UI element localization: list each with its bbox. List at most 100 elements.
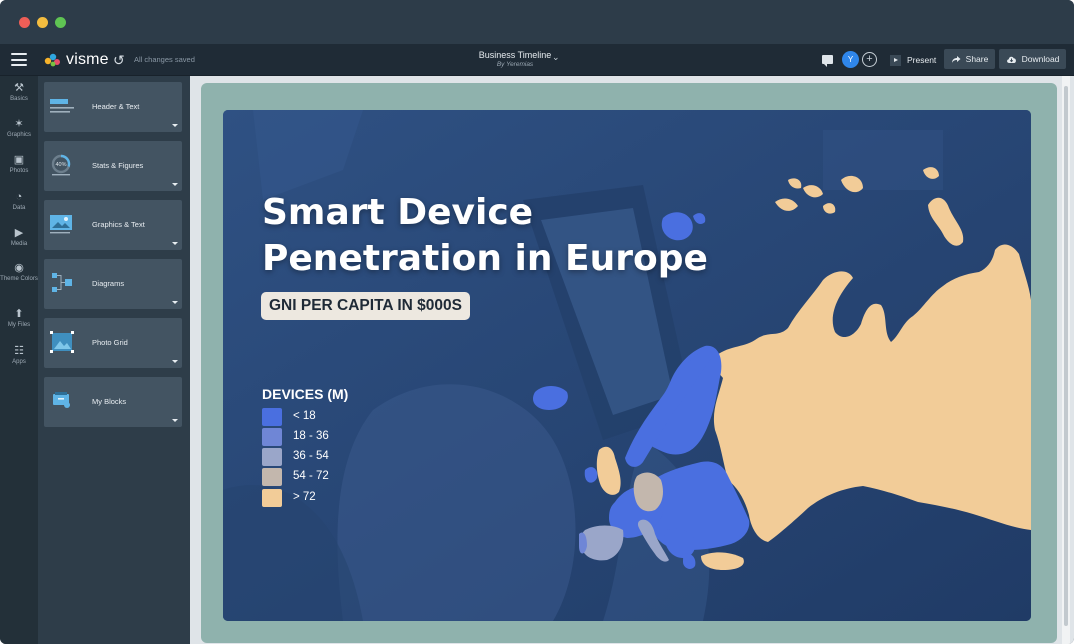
- stats-thumb: 40%: [51, 154, 71, 176]
- visme-logo-icon: [44, 53, 60, 67]
- save-status: All changes saved: [134, 55, 195, 64]
- media-icon: ▶: [14, 227, 24, 239]
- rail-item-theme-colors[interactable]: ◉ Theme Colors: [0, 263, 38, 283]
- slide-title[interactable]: Smart Device Penetration in Europe: [262, 190, 782, 282]
- hamburger-icon[interactable]: [11, 53, 27, 66]
- block-card-diagrams[interactable]: Diagrams: [44, 259, 182, 309]
- header-text-thumb: [50, 99, 74, 113]
- chevron-down-icon[interactable]: [172, 360, 178, 363]
- present-button[interactable]: Present: [885, 50, 941, 70]
- my-blocks-thumb: [53, 392, 70, 408]
- map-region-russia-islands: [841, 167, 939, 193]
- block-card-header-text[interactable]: Header & Text: [44, 82, 182, 132]
- photo-grid-thumb: [50, 331, 74, 353]
- avatar[interactable]: Y: [842, 51, 859, 68]
- chevron-down-icon[interactable]: ⌄: [552, 52, 560, 63]
- download-button[interactable]: Download: [999, 49, 1066, 69]
- chevron-down-icon[interactable]: [172, 124, 178, 127]
- chevron-down-icon[interactable]: [172, 419, 178, 422]
- map-region-iceland: [532, 386, 568, 410]
- rail-item-data[interactable]: ◔ Data: [0, 192, 38, 212]
- legend-label: 54 - 72: [293, 470, 329, 482]
- comment-icon[interactable]: [822, 55, 833, 67]
- block-card-my-blocks[interactable]: My Blocks: [44, 377, 182, 427]
- window-title-bar: [0, 0, 1074, 44]
- block-card-label: Diagrams: [92, 279, 125, 288]
- add-collaborator-button[interactable]: +: [862, 52, 877, 67]
- rail-item-my-files[interactable]: ⬆ My Files: [0, 309, 38, 329]
- rail-label: Basics: [10, 96, 28, 102]
- map-region-ireland: [584, 467, 598, 483]
- download-label: Download: [1021, 54, 1060, 64]
- rail-label: Theme Colors: [0, 276, 38, 282]
- canvas-scrollbar-thumb[interactable]: [1064, 86, 1068, 626]
- legend-label: 36 - 54: [293, 450, 329, 462]
- zoom-window-button[interactable]: [55, 17, 66, 28]
- block-card-label: Photo Grid: [92, 338, 128, 347]
- rail-item-basics[interactable]: ⚒ Basics: [0, 83, 38, 103]
- app-window: visme ↺ All changes saved Business Timel…: [0, 0, 1074, 644]
- block-card-graphics-text[interactable]: Graphics & Text: [44, 200, 182, 250]
- document-author: By Yeremias: [496, 61, 534, 68]
- upload-icon: ⬆: [14, 308, 24, 320]
- close-window-button[interactable]: [19, 17, 30, 28]
- block-card-label: My Blocks: [92, 397, 127, 406]
- rail-item-apps[interactable]: ☷ Apps: [0, 346, 38, 366]
- apps-icon: ☷: [14, 345, 24, 357]
- palette-icon: ◉: [14, 262, 24, 274]
- rail-label: Graphics: [6, 132, 31, 138]
- rail-item-photos[interactable]: ▣ Photos: [0, 155, 38, 175]
- map-region-franz-josef: [775, 178, 836, 214]
- document-title-menu[interactable]: Business Timeline By Yeremias: [445, 50, 585, 68]
- map-region-uk: [596, 446, 621, 495]
- legend-swatch: [262, 448, 282, 466]
- chevron-down-icon[interactable]: [172, 183, 178, 186]
- undo-icon[interactable]: ↺: [113, 52, 125, 69]
- rail-label: Photos: [9, 168, 29, 174]
- minimize-window-button[interactable]: [37, 17, 48, 28]
- rail-label: Media: [10, 241, 28, 247]
- diagrams-thumb: [52, 273, 72, 292]
- rail-label: Apps: [12, 359, 26, 365]
- map-region-central-europe: [633, 472, 663, 512]
- rail-label: Data: [12, 205, 26, 211]
- legend-label: < 18: [293, 410, 316, 422]
- logo-text: visme: [66, 51, 109, 68]
- editor-toolbar: visme ↺ All changes saved Business Timel…: [0, 44, 1074, 76]
- block-card-label: Stats & Figures: [92, 161, 144, 170]
- map-region-greece: [683, 553, 696, 569]
- legend-label: 18 - 36: [293, 430, 329, 442]
- chevron-down-icon[interactable]: [172, 301, 178, 304]
- chevron-down-icon[interactable]: [172, 242, 178, 245]
- sidebar-rail: ⚒ Basics ✶ Graphics ▣ Photos ◔ Data ▶ Me…: [0, 76, 38, 644]
- rail-item-graphics[interactable]: ✶ Graphics: [0, 119, 38, 139]
- legend-swatch: [262, 428, 282, 446]
- graphics-text-thumb: [50, 215, 72, 234]
- data-icon: ◔: [15, 191, 23, 203]
- visme-logo[interactable]: visme: [44, 50, 109, 70]
- basics-icon: ⚒: [14, 82, 24, 94]
- slide-title-line2: Penetration in Europe: [262, 238, 708, 279]
- block-card-photo-grid[interactable]: Photo Grid: [44, 318, 182, 368]
- europe-map: [532, 167, 1031, 570]
- legend-swatch: [262, 468, 282, 486]
- legend-title: DEVICES (M): [262, 386, 349, 402]
- rail-label: My Files: [7, 322, 31, 328]
- photos-icon: ▣: [13, 154, 25, 166]
- subtitle-pill[interactable]: GNI PER CAPITA IN $000S: [261, 292, 470, 320]
- graphics-icon: ✶: [14, 118, 24, 130]
- stats-thumb-value: 40%: [55, 162, 66, 168]
- legend-swatch: [262, 489, 282, 507]
- blocks-panel: Header & Text 40% Stats & Figures Graphi…: [38, 76, 190, 644]
- legend-label: > 72: [293, 491, 316, 503]
- present-label: Present: [907, 55, 937, 65]
- cloud-download-icon: [1006, 56, 1016, 63]
- map-region-novaya-zemlya: [928, 197, 964, 246]
- slide[interactable]: Smart Device Penetration in Europe GNI P…: [223, 110, 1031, 621]
- map-region-russia: [712, 244, 1031, 542]
- slide-title-line1: Smart Device: [262, 192, 534, 233]
- share-button[interactable]: Share: [944, 49, 995, 69]
- rail-item-media[interactable]: ▶ Media: [0, 228, 38, 248]
- share-icon: [951, 55, 961, 63]
- block-card-stats-figures[interactable]: 40% Stats & Figures: [44, 141, 182, 191]
